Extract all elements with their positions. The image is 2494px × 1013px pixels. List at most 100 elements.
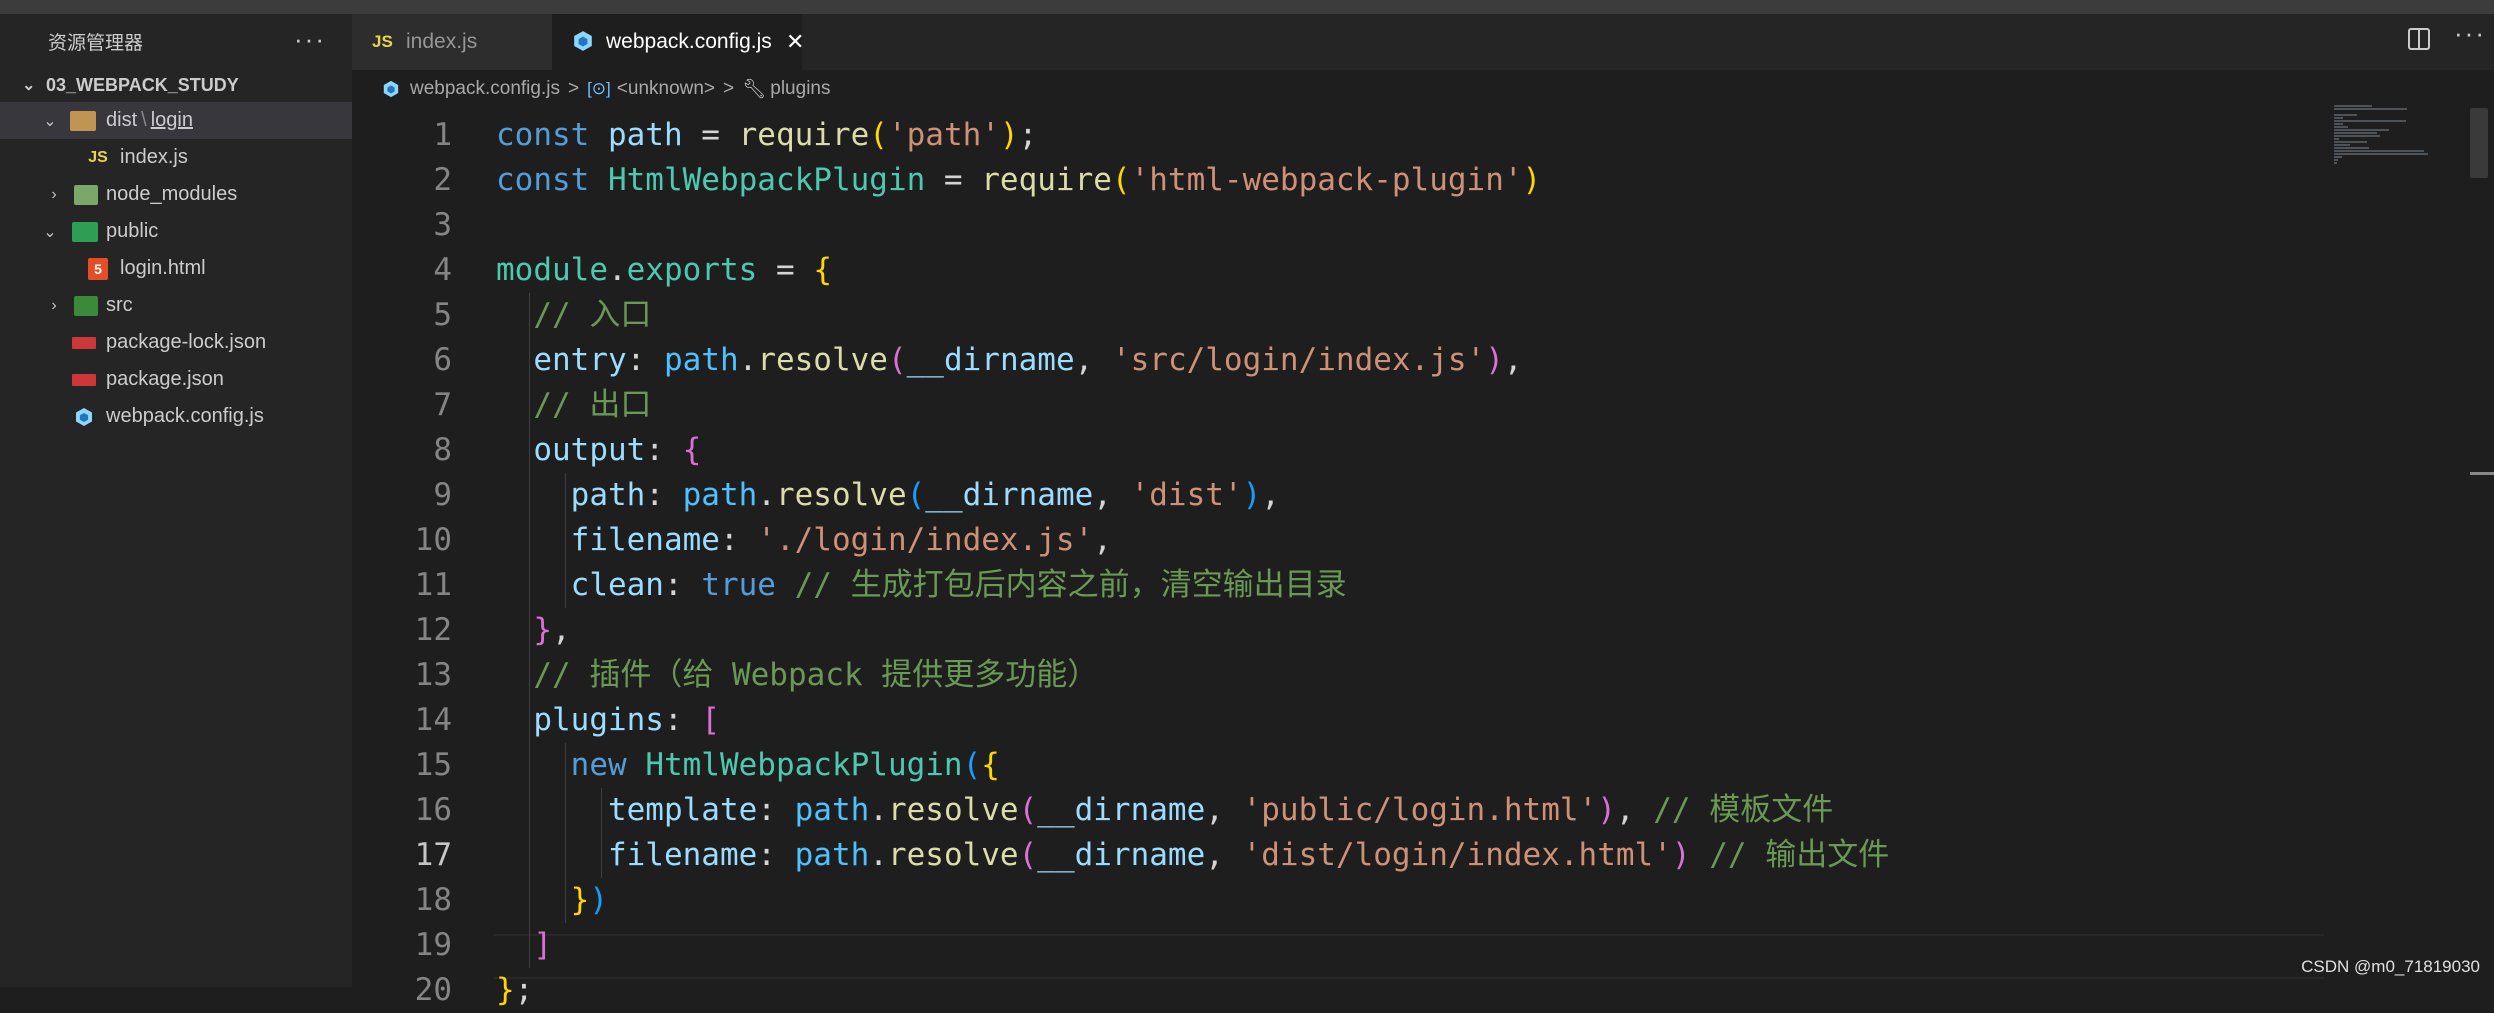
line-number: 17 <box>414 837 452 873</box>
tree-item-package-lock-json[interactable]: package-lock.json <box>0 324 352 361</box>
tree-item-public[interactable]: ⌄ public <box>0 213 352 250</box>
code-token: require <box>981 162 1112 198</box>
code-line[interactable]: 14 plugins: [ <box>352 698 2494 743</box>
code-token: : <box>757 792 795 828</box>
tree-item-label: login.html <box>120 257 206 279</box>
code-token: , <box>1093 522 1112 558</box>
tree-item-package-json[interactable]: package.json <box>0 361 352 398</box>
code-line[interactable]: 2 const HtmlWebpackPlugin = require('html… <box>352 158 2494 203</box>
code-token: : <box>663 702 702 738</box>
breadcrumb-file[interactable]: webpack.config.js <box>410 78 560 100</box>
project-root[interactable]: ⌄ 03_WEBPACK_STUDY <box>0 68 352 102</box>
code-token: = <box>757 252 814 288</box>
code-text: entry: path.resolve(__dirname, 'src/logi… <box>496 338 1522 383</box>
line-number: 8 <box>433 432 452 468</box>
code-token: entry <box>533 342 627 378</box>
explorer-more-actions-icon[interactable]: ··· <box>294 24 326 55</box>
code-token: . <box>757 477 776 513</box>
explorer-header: 资源管理器 ··· <box>0 14 352 68</box>
more-actions-icon[interactable]: ··· <box>2454 18 2486 49</box>
code-line[interactable]: 12 }, <box>352 608 2494 653</box>
split-editor-icon[interactable] <box>2408 28 2430 50</box>
code-token: filename <box>607 837 758 873</box>
tree-item-index-js[interactable]: JS index.js <box>0 139 352 176</box>
tree-item-node-modules[interactable]: › node_modules <box>0 176 352 213</box>
code-text: // 出口 <box>496 383 651 428</box>
code-token: ( <box>887 342 907 378</box>
folder-src-icon <box>74 295 98 316</box>
line-number: 20 <box>414 972 452 1008</box>
code-line[interactable]: 13 // 插件（给 Webpack 提供更多功能） <box>352 653 2494 698</box>
indent-guide <box>529 293 530 968</box>
code-text: }) <box>496 878 608 923</box>
code-line[interactable]: 1 const path = require('path'); <box>352 113 2494 158</box>
code-line[interactable]: 7 // 出口 <box>352 383 2494 428</box>
code-line[interactable]: 19 ] <box>352 923 2494 968</box>
code-text: }; <box>496 968 533 1013</box>
code-token: } <box>533 612 552 648</box>
minimap[interactable] <box>2334 105 2454 165</box>
code-line[interactable]: 20}; <box>352 968 2494 1013</box>
breadcrumb-symbol-plugins[interactable]: plugins <box>770 78 830 100</box>
code-text: clean: true // 生成打包后内容之前，清空输出目录 <box>496 563 1347 608</box>
line-number: 5 <box>433 297 452 333</box>
tab-index-js[interactable]: JS index.js <box>352 14 552 70</box>
code-token: { <box>813 252 832 288</box>
code-token: // 出口 <box>533 387 652 423</box>
code-line[interactable]: 16 template: path.resolve(__dirname, 'pu… <box>352 788 2494 833</box>
line-number: 9 <box>433 477 452 513</box>
chevron-right-icon: › <box>51 185 57 203</box>
code-token: . <box>869 837 888 873</box>
indent-guide <box>601 788 602 878</box>
breadcrumb-symbol-unknown[interactable]: <unknown> <box>617 78 715 100</box>
code-token: , <box>1205 837 1243 873</box>
tree-item-label: webpack.config.js <box>106 405 264 427</box>
code-token: { <box>682 432 702 468</box>
code-line[interactable]: 5 // 入口 <box>352 293 2494 338</box>
code-token: // 模板文件 <box>1653 792 1834 828</box>
code-token: ( <box>906 477 926 513</box>
code-token: ] <box>533 927 552 963</box>
code-line[interactable]: 18 }) <box>352 878 2494 923</box>
code-line[interactable]: 17 filename: path.resolve(__dirname, 'di… <box>352 833 2494 878</box>
tree-item-login-html[interactable]: 5 login.html <box>0 250 352 287</box>
tab-webpack-config-js[interactable]: webpack.config.js ✕ <box>552 14 804 70</box>
code-token: } <box>496 972 515 1008</box>
chevron-right-icon: › <box>51 296 57 314</box>
tree-item-src[interactable]: › src <box>0 287 352 324</box>
code-line[interactable]: 6 entry: path.resolve(__dirname, 'src/lo… <box>352 338 2494 383</box>
code-line[interactable]: 10 filename: './login/index.js', <box>352 518 2494 563</box>
code-line[interactable]: 9 path: path.resolve(__dirname, 'dist'), <box>352 473 2494 518</box>
tree-item-label: dist \ login <box>106 109 193 131</box>
code-line[interactable]: 4 module.exports = { <box>352 248 2494 293</box>
code-line[interactable]: 15 new HtmlWebpackPlugin({ <box>352 743 2494 788</box>
code-line[interactable]: 11 clean: true // 生成打包后内容之前，清空输出目录 <box>352 563 2494 608</box>
line-number: 1 <box>433 117 452 153</box>
vertical-scrollbar[interactable] <box>2470 108 2488 178</box>
webpack-file-icon <box>74 407 94 427</box>
webpack-file-icon <box>572 30 594 58</box>
code-line[interactable]: 8 output: { <box>352 428 2494 473</box>
code-token: , <box>1093 477 1131 513</box>
code-token: path <box>682 477 758 513</box>
folder-node-icon <box>74 184 98 205</box>
code-editor[interactable]: 1 const path = require('path'); 2 const Htm… <box>352 108 2494 1008</box>
close-icon[interactable]: ✕ <box>786 29 804 55</box>
tree-item-dist-login[interactable]: ⌄ dist \ login <box>0 102 352 139</box>
tree-item-webpack-config-js[interactable]: webpack.config.js <box>0 398 352 435</box>
tree-item-label: public <box>106 220 159 242</box>
editor-tab-bar: JS index.js webpack.config.js ✕ ··· <box>352 14 2494 70</box>
code-token: __dirname <box>906 342 1075 378</box>
breadcrumb-separator: > <box>567 78 580 99</box>
code-token: . <box>869 792 888 828</box>
code-text: }, <box>496 608 570 653</box>
code-line[interactable]: 3 <box>352 203 2494 248</box>
js-file-icon: JS <box>88 148 108 166</box>
